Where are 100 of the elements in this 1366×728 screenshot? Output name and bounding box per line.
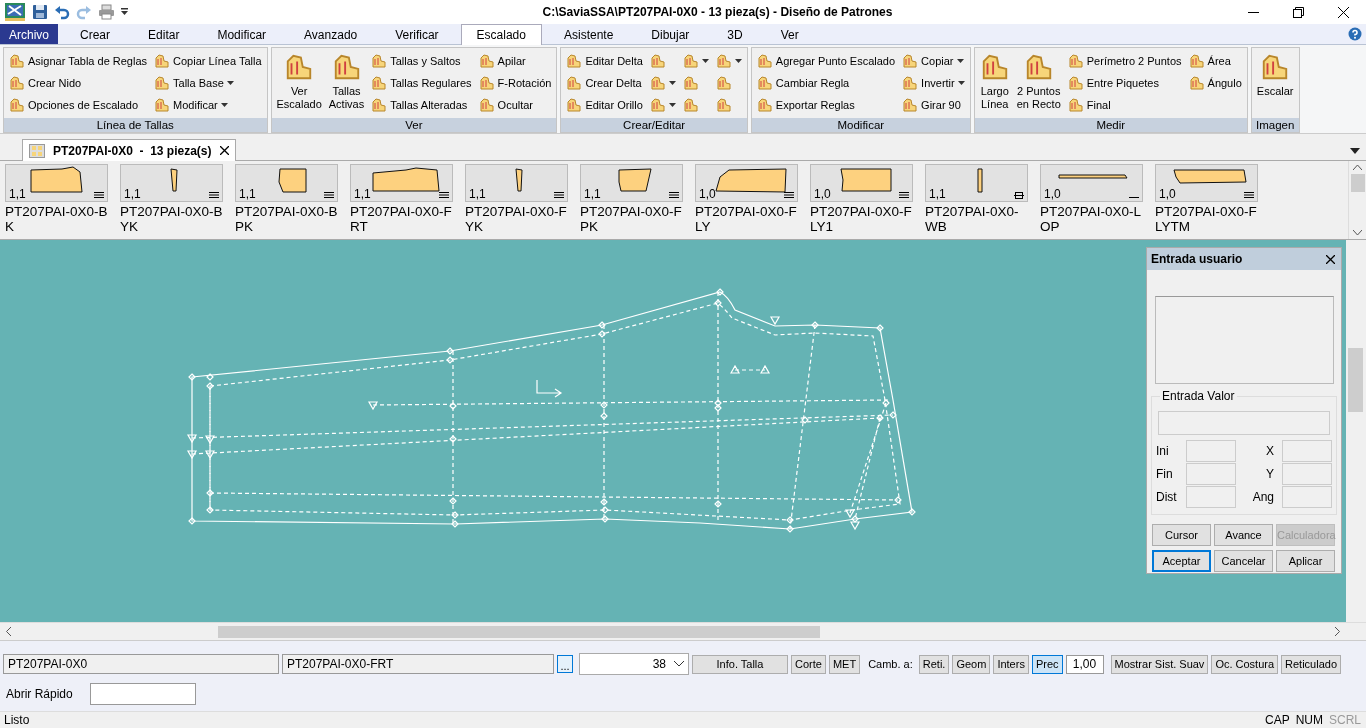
close-icon[interactable] xyxy=(1326,254,1335,264)
piece-thumbnail[interactable]: 1,1 xyxy=(925,164,1028,202)
scrollbar[interactable] xyxy=(1348,161,1366,239)
ribbon-tab[interactable]: Avanzado xyxy=(288,24,374,44)
scroll-right-icon[interactable] xyxy=(1334,627,1340,636)
ribbon-tab[interactable]: 3D xyxy=(711,24,759,44)
piece-thumbnail[interactable]: 1,0 xyxy=(810,164,913,202)
toolbar-button[interactable]: MET xyxy=(828,654,861,674)
ribbon-button[interactable]: Exportar Reglas xyxy=(754,94,898,116)
scroll-thumb[interactable] xyxy=(1350,174,1365,192)
ribbon-button[interactable]: Crear Delta xyxy=(564,72,645,94)
ribbon-button[interactable]: Asignar Tabla de Reglas xyxy=(7,50,150,72)
ribbon-button[interactable]: Apilar xyxy=(476,50,554,72)
ribbon-tab[interactable]: Crear xyxy=(64,24,127,44)
app-logo-icon[interactable] xyxy=(4,2,26,22)
dialog-button[interactable]: Aceptar xyxy=(1152,550,1211,572)
ribbon-button[interactable]: Final xyxy=(1065,94,1184,116)
ribbon-tab[interactable]: Editar xyxy=(132,24,196,44)
value-field[interactable]: 1,00 xyxy=(1065,654,1104,674)
ribbon-tab[interactable]: Dibujar xyxy=(635,24,706,44)
mode-toggle[interactable]: Prec xyxy=(1031,654,1063,674)
scroll-down-icon[interactable] xyxy=(1353,230,1362,235)
piece-thumbnail[interactable]: 1,1 xyxy=(235,164,338,202)
toolbar-button[interactable]: Oc. Costura xyxy=(1211,654,1279,674)
ribbon-button[interactable]: Perímetro 2 Puntos xyxy=(1065,50,1184,72)
document-tab[interactable]: PT207PAI-0X0 - 13 pieza(s) xyxy=(22,139,236,161)
restore-icon[interactable] xyxy=(1293,6,1304,18)
input-field[interactable] xyxy=(1158,411,1330,435)
ribbon-button[interactable]: Copiar xyxy=(900,50,967,72)
ribbon-button[interactable]: Modificar xyxy=(152,94,264,116)
ribbon-button[interactable]: Invertir xyxy=(900,72,967,94)
ribbon-tab[interactable]: Ver xyxy=(764,24,815,44)
dropdown-arrow-icon[interactable] xyxy=(1350,147,1360,154)
ribbon-button[interactable]: Tallas Alteradas xyxy=(369,94,474,116)
ribbon-button[interactable]: Ver Escalado xyxy=(274,50,324,118)
scrollbar[interactable] xyxy=(0,622,1366,640)
size-dropdown[interactable]: 38 xyxy=(579,653,689,675)
dialog-button[interactable]: Aplicar xyxy=(1276,550,1335,572)
ribbon-button[interactable]: Ocultar xyxy=(476,94,554,116)
toolbar-button[interactable]: Corte xyxy=(791,654,826,674)
ribbon-button[interactable]: Crear Nido xyxy=(7,72,150,94)
piece-thumbnail[interactable]: 1,1 xyxy=(580,164,683,202)
redo-icon[interactable] xyxy=(76,4,92,20)
ribbon-button[interactable]: Tallas y Saltos xyxy=(369,50,474,72)
file-menu-tab[interactable]: Archivo xyxy=(0,24,58,44)
mode-toggle[interactable]: Reti. xyxy=(918,654,950,674)
dialog-button[interactable]: Avance xyxy=(1214,524,1273,546)
input-field[interactable] xyxy=(1186,486,1236,508)
undo-icon[interactable] xyxy=(54,4,70,20)
piece-field[interactable]: PT207PAI-0X0-FRT xyxy=(282,654,554,674)
ribbon-button[interactable]: 2 Puntos en Recto xyxy=(1014,50,1063,118)
input-field[interactable] xyxy=(1186,463,1236,485)
scroll-left-icon[interactable] xyxy=(6,627,12,636)
ribbon-button[interactable]: Girar 90 xyxy=(900,94,967,116)
ribbon-button[interactable]: Agregar Punto Escalado xyxy=(754,50,898,72)
ribbon-tab[interactable]: Escalado xyxy=(460,24,542,45)
ribbon-button[interactable]: F-Rotación xyxy=(476,72,554,94)
piece-thumbnail[interactable]: 1,1 xyxy=(465,164,568,202)
ribbon-tab[interactable]: Verificar xyxy=(379,24,455,44)
ribbon-button[interactable]: Cambiar Regla xyxy=(754,72,898,94)
mode-toggle[interactable]: Geom xyxy=(952,654,991,674)
ribbon-button[interactable]: Opciones de Escalado xyxy=(7,94,150,116)
input-field[interactable] xyxy=(1186,440,1236,462)
input-field[interactable] xyxy=(1282,440,1332,462)
ribbon-tab[interactable]: Asistente xyxy=(547,24,630,44)
toolbar-button[interactable]: Reticulado xyxy=(1281,654,1342,674)
ribbon-button[interactable]: Tallas Regulares xyxy=(369,72,474,94)
ribbon-tab[interactable]: Modificar xyxy=(201,24,283,44)
piece-thumbnail[interactable]: 1,0 xyxy=(1040,164,1143,202)
help-icon[interactable] xyxy=(1348,27,1362,41)
ribbon-button[interactable]: Largo Línea xyxy=(977,50,1012,118)
ribbon-button[interactable]: Escalar xyxy=(1254,50,1296,118)
ribbon-button[interactable]: Editar Delta xyxy=(564,50,645,72)
piece-thumbnail[interactable]: 1,1 xyxy=(5,164,108,202)
dialog-button[interactable]: Cancelar xyxy=(1214,550,1273,572)
model-field[interactable]: PT207PAI-0X0 xyxy=(3,654,279,674)
quick-open-field[interactable] xyxy=(89,683,196,705)
ribbon-button[interactable]: Área xyxy=(1186,50,1244,72)
ribbon-button[interactable]: Entre Piquetes xyxy=(1065,72,1184,94)
ribbon-button[interactable]: Talla Base xyxy=(152,72,264,94)
close-icon[interactable] xyxy=(219,146,229,155)
mode-toggle[interactable]: Inters xyxy=(993,654,1029,674)
toolbar-button[interactable]: Info. Talla xyxy=(692,654,788,674)
piece-thumbnail[interactable]: 1,1 xyxy=(120,164,223,202)
ribbon-button[interactable]: Copiar Línea Talla xyxy=(152,50,264,72)
input-field[interactable] xyxy=(1282,463,1332,485)
browse-button[interactable]: ... xyxy=(557,655,573,673)
scroll-up-icon[interactable] xyxy=(1353,165,1362,170)
input-field[interactable] xyxy=(1282,486,1332,508)
dialog-button[interactable]: Cursor xyxy=(1152,524,1211,546)
piece-thumbnail[interactable]: 1,0 xyxy=(695,164,798,202)
piece-thumbnail[interactable]: 1,1 xyxy=(350,164,453,202)
print-icon[interactable] xyxy=(98,4,115,20)
close-icon[interactable] xyxy=(1338,6,1349,18)
toolbar-button[interactable]: Mostrar Sist. Suav xyxy=(1110,654,1209,674)
save-icon[interactable] xyxy=(32,4,48,20)
customize-caret-icon[interactable] xyxy=(121,8,128,16)
piece-thumbnail[interactable]: 1,0 xyxy=(1155,164,1258,202)
ribbon-button[interactable]: Ángulo xyxy=(1186,72,1244,94)
ribbon-button[interactable]: Tallas Activas xyxy=(326,50,367,118)
